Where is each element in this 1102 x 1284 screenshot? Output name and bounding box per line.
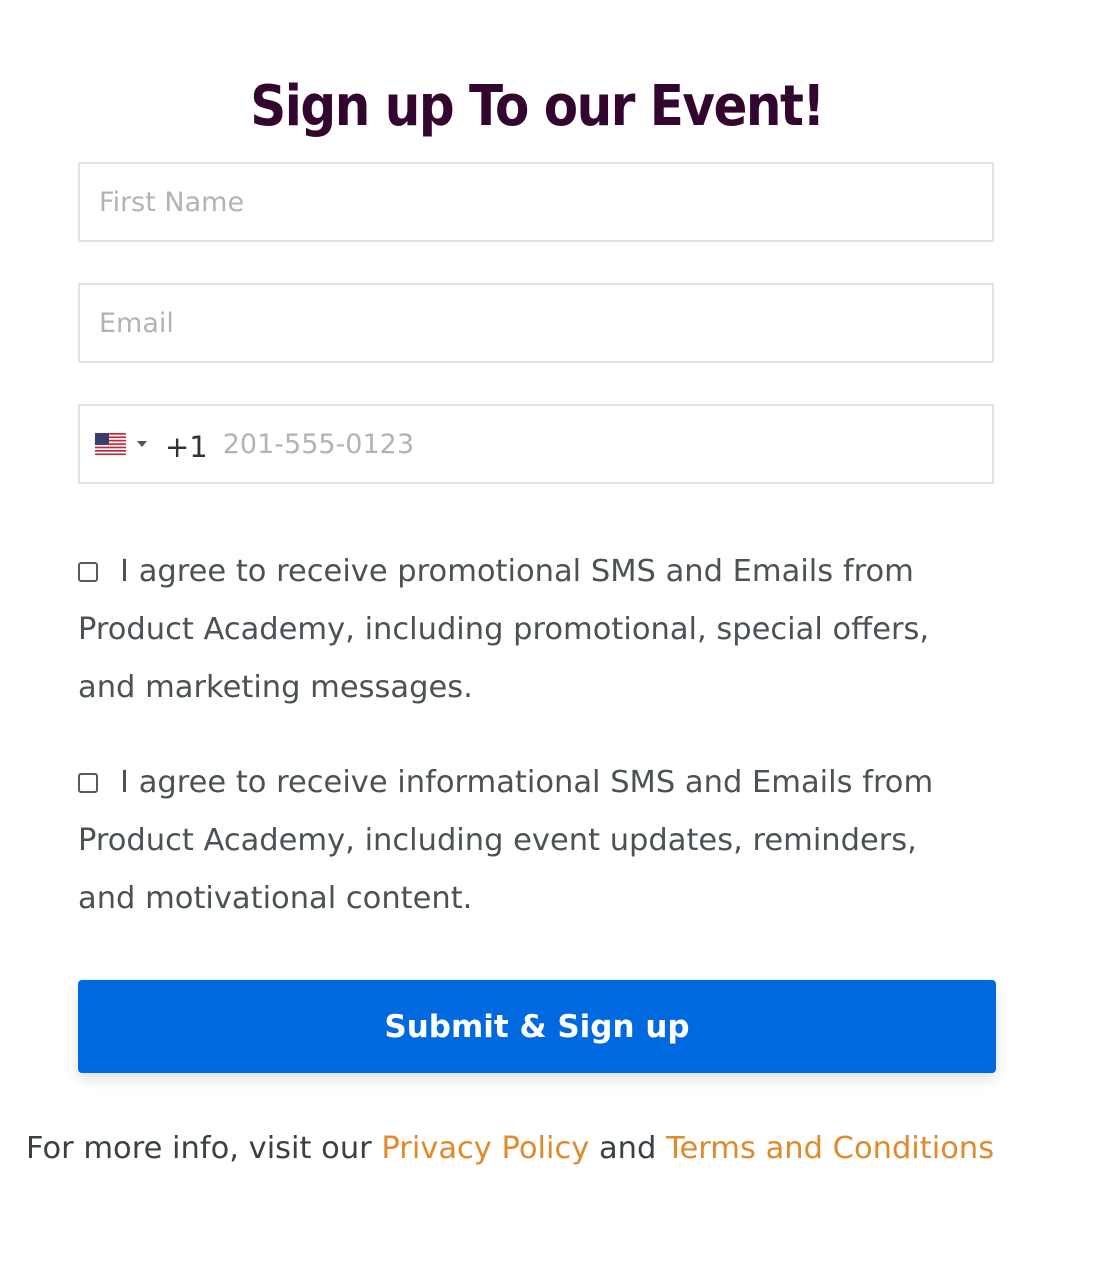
terms-link[interactable]: Terms and Conditions — [666, 1131, 994, 1166]
dial-code: +1 — [165, 430, 208, 464]
form-title: Sign up To our Event! — [250, 73, 825, 139]
footer-note: For more info, visit our Privacy Policy … — [26, 1122, 994, 1176]
promotional-consent: I agree to receive promotional SMS and E… — [78, 543, 978, 717]
informational-consent: I agree to receive informational SMS and… — [78, 754, 978, 928]
informational-consent-checkbox[interactable] — [78, 773, 98, 793]
footer-connector: and — [589, 1131, 667, 1166]
first-name-field[interactable] — [78, 162, 994, 242]
chevron-down-icon — [137, 441, 147, 447]
phone-field[interactable]: +1 — [78, 404, 994, 484]
footer-prefix: For more info, visit our — [26, 1131, 382, 1166]
privacy-policy-link[interactable]: Privacy Policy — [381, 1131, 589, 1166]
us-flag-icon — [95, 433, 126, 455]
submit-signup-button[interactable]: Submit & Sign up — [78, 980, 996, 1073]
email-input[interactable] — [80, 285, 992, 361]
promotional-consent-checkbox[interactable] — [78, 562, 98, 582]
country-selector[interactable] — [95, 406, 147, 482]
first-name-input[interactable] — [80, 164, 992, 240]
phone-input[interactable] — [207, 406, 992, 482]
informational-consent-label: I agree to receive informational SMS and… — [78, 765, 934, 916]
promotional-consent-label: I agree to receive promotional SMS and E… — [78, 554, 930, 705]
email-field[interactable] — [78, 283, 994, 363]
